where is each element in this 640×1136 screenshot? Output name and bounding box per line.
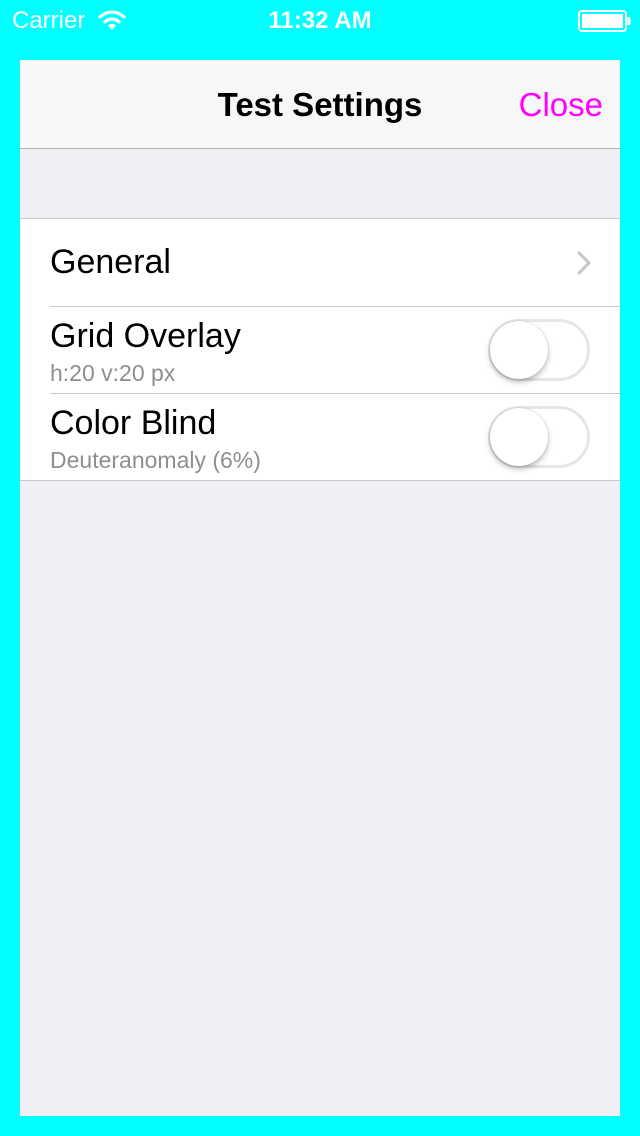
setting-row-general[interactable]: General bbox=[20, 219, 620, 306]
setting-detail-color-blind: Deuteranomaly (6%) bbox=[50, 447, 261, 473]
toggle-knob bbox=[490, 321, 548, 379]
setting-detail-grid-overlay: h:20 v:20 px bbox=[50, 360, 176, 386]
settings-table: General Grid Overlay h:20 v:20 px Color … bbox=[20, 218, 620, 481]
battery-icon bbox=[578, 10, 631, 32]
status-bar: Carrier 11:32 AM bbox=[0, 0, 640, 40]
navigation-bar: Test Settings Close bbox=[20, 60, 620, 149]
chevron-right-icon bbox=[577, 251, 591, 275]
setting-label-general: General bbox=[50, 243, 171, 281]
setting-row-grid-overlay: Grid Overlay h:20 v:20 px bbox=[20, 306, 620, 393]
status-time: 11:32 AM bbox=[268, 7, 372, 34]
color-blind-toggle[interactable] bbox=[488, 406, 590, 468]
setting-label-grid-overlay: Grid Overlay bbox=[50, 317, 241, 355]
setting-row-color-blind: Color Blind Deuteranomaly (6%) bbox=[20, 393, 620, 480]
toggle-knob bbox=[490, 408, 548, 466]
settings-sheet: Test Settings Close General Grid Overlay… bbox=[20, 60, 620, 1116]
close-button[interactable]: Close bbox=[519, 60, 603, 148]
grid-overlay-toggle[interactable] bbox=[488, 319, 590, 381]
setting-label-color-blind: Color Blind bbox=[50, 404, 217, 442]
